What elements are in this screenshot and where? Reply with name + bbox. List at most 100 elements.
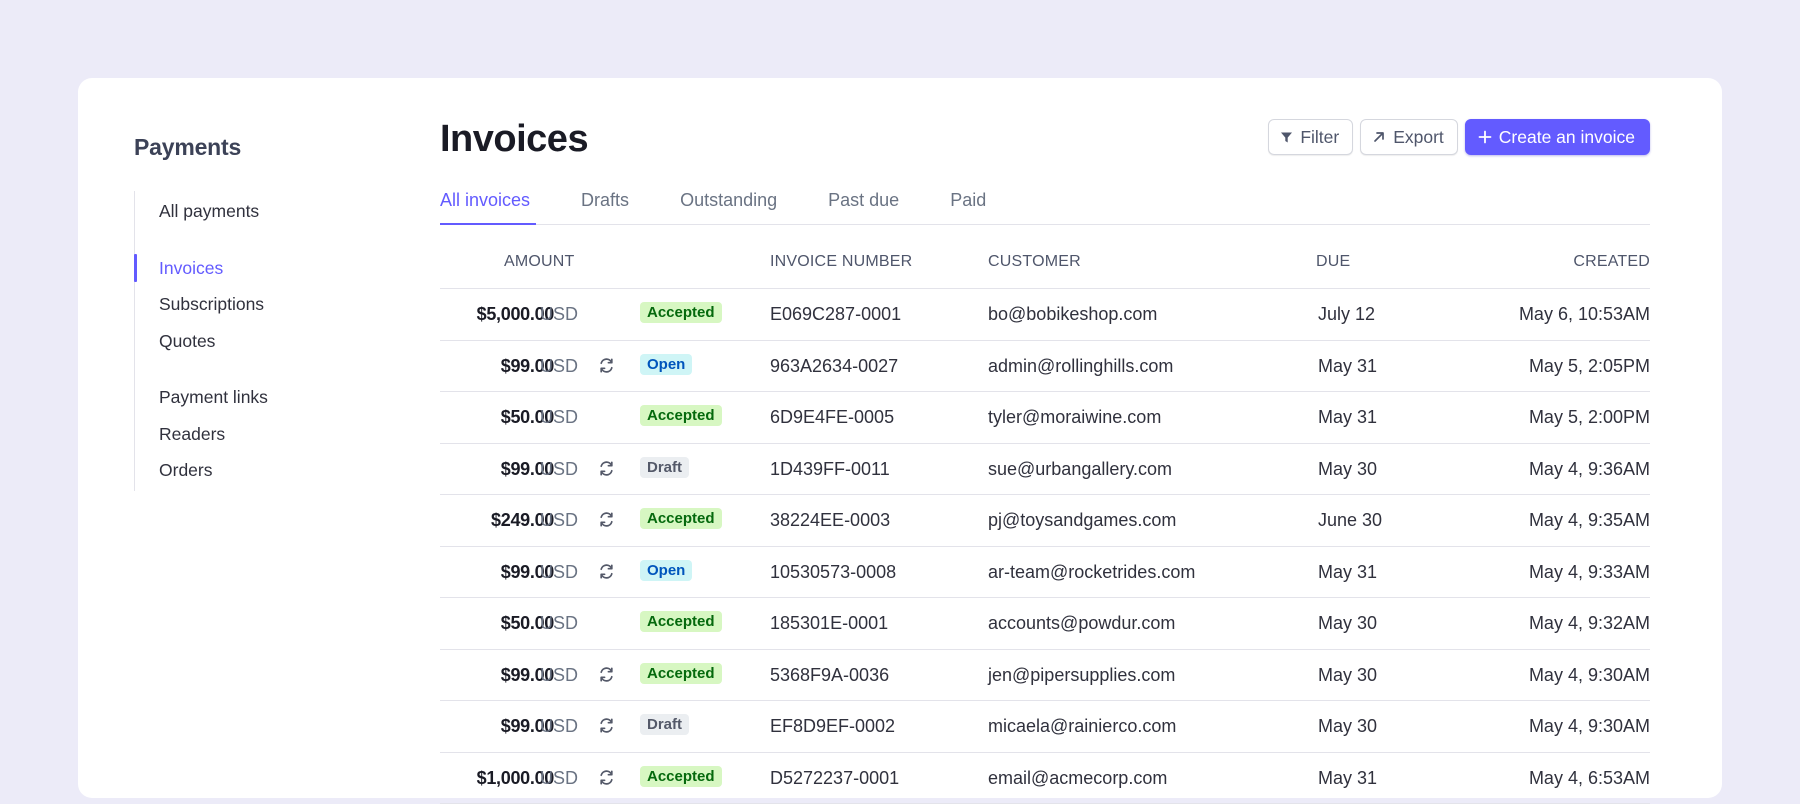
currency-label: USD (540, 547, 578, 597)
column-header-invoice-number[interactable]: INVOICE NUMBER (770, 253, 912, 271)
table-row[interactable]: $5,000.00USDAcceptedE069C287-0001bo@bobi… (440, 289, 1650, 341)
status-badge: Accepted (640, 405, 722, 426)
customer-email: email@acmecorp.com (988, 753, 1167, 803)
invoice-number: 6D9E4FE-0005 (770, 392, 894, 442)
sidebar-title: Payments (134, 134, 394, 161)
invoice-number: D5272237-0001 (770, 753, 899, 803)
due-date: May 30 (1318, 650, 1377, 700)
sidebar-item-subscriptions[interactable]: Subscriptions (135, 286, 394, 323)
column-header-created[interactable]: CREATED (1573, 253, 1650, 271)
main-card: Payments All payments Invoices Subscript… (78, 78, 1722, 798)
table-row[interactable]: $50.00USDAccepted185301E-0001accounts@po… (440, 598, 1650, 650)
sidebar: Payments All payments Invoices Subscript… (134, 134, 394, 491)
currency-label: USD (540, 753, 578, 803)
recurring-icon (598, 357, 615, 379)
currency-label: USD (540, 701, 578, 751)
invoice-number: 1D439FF-0011 (770, 444, 890, 494)
status-badge: Accepted (640, 302, 722, 323)
create-invoice-button[interactable]: Create an invoice (1465, 119, 1650, 155)
column-header-amount[interactable]: AMOUNT (504, 253, 575, 271)
table-row[interactable]: $1,000.00USDAcceptedD5272237-0001email@a… (440, 753, 1650, 804)
arrow-up-right-icon (1372, 130, 1386, 144)
filter-button-label: Filter (1300, 127, 1339, 148)
sidebar-item-readers[interactable]: Readers (135, 416, 394, 453)
due-date: May 31 (1318, 547, 1377, 597)
recurring-icon (598, 717, 615, 739)
table-row[interactable]: $50.00USDAccepted6D9E4FE-0005tyler@morai… (440, 392, 1650, 444)
sidebar-spacer (135, 230, 394, 250)
invoice-number: 38224EE-0003 (770, 495, 890, 545)
due-date: May 31 (1318, 341, 1377, 391)
recurring-icon (598, 511, 615, 533)
sidebar-item-invoices[interactable]: Invoices (135, 250, 394, 287)
created-date: May 5, 2:05PM (1529, 341, 1650, 391)
currency-label: USD (540, 444, 578, 494)
currency-label: USD (540, 495, 578, 545)
column-header-due[interactable]: DUE (1316, 253, 1350, 271)
status-badge: Accepted (640, 766, 722, 787)
column-header-customer[interactable]: CUSTOMER (988, 253, 1081, 271)
filter-icon (1280, 131, 1293, 144)
due-date: June 30 (1318, 495, 1382, 545)
invoice-number: EF8D9EF-0002 (770, 701, 895, 751)
status-badge: Accepted (640, 663, 722, 684)
created-date: May 4, 6:53AM (1529, 753, 1650, 803)
customer-email: micaela@rainierco.com (988, 701, 1176, 751)
currency-label: USD (540, 598, 578, 648)
tab-drafts[interactable]: Drafts (581, 182, 629, 224)
currency-label: USD (540, 341, 578, 391)
due-date: May 30 (1318, 701, 1377, 751)
customer-email: ar-team@rocketrides.com (988, 547, 1195, 597)
created-date: May 4, 9:32AM (1529, 598, 1650, 648)
invoice-number: E069C287-0001 (770, 289, 901, 339)
currency-label: USD (540, 289, 578, 339)
due-date: May 31 (1318, 753, 1377, 803)
due-date: May 30 (1318, 444, 1377, 494)
status-badge: Draft (640, 714, 689, 735)
customer-email: admin@rollinghills.com (988, 341, 1173, 391)
table-row[interactable]: $99.00USDDraftEF8D9EF-0002micaela@rainie… (440, 701, 1650, 753)
table-row[interactable]: $99.00USDAccepted5368F9A-0036jen@pipersu… (440, 650, 1650, 702)
created-date: May 6, 10:53AM (1519, 289, 1650, 339)
created-date: May 4, 9:35AM (1529, 495, 1650, 545)
table-row[interactable]: $99.00USDOpen10530573-0008ar-team@rocket… (440, 547, 1650, 599)
tab-past-due[interactable]: Past due (828, 182, 899, 224)
customer-email: accounts@powdur.com (988, 598, 1175, 648)
status-badge: Open (640, 560, 692, 581)
sidebar-nav: All payments Invoices Subscriptions Quot… (134, 191, 394, 491)
table-row[interactable]: $99.00USDDraft1D439FF-0011sue@urbangalle… (440, 444, 1650, 496)
status-badge: Accepted (640, 611, 722, 632)
sidebar-item-quotes[interactable]: Quotes (135, 323, 394, 360)
invoices-table: AMOUNT INVOICE NUMBER CUSTOMER DUE CREAT… (440, 234, 1650, 804)
table-body: $5,000.00USDAcceptedE069C287-0001bo@bobi… (440, 289, 1650, 804)
due-date: July 12 (1318, 289, 1375, 339)
status-badge: Open (640, 354, 692, 375)
status-badge: Accepted (640, 508, 722, 529)
customer-email: tyler@moraiwine.com (988, 392, 1161, 442)
currency-label: USD (540, 392, 578, 442)
table-header: AMOUNT INVOICE NUMBER CUSTOMER DUE CREAT… (440, 234, 1650, 289)
recurring-icon (598, 563, 615, 585)
recurring-icon (598, 666, 615, 688)
header-actions: Filter Export Create an invoice (1268, 119, 1650, 155)
tab-outstanding[interactable]: Outstanding (680, 182, 777, 224)
filter-button[interactable]: Filter (1268, 119, 1353, 155)
invoice-number: 5368F9A-0036 (770, 650, 889, 700)
tab-all-invoices[interactable]: All invoices (440, 182, 530, 224)
page-title: Invoices (440, 118, 588, 161)
table-row[interactable]: $99.00USDOpen963A2634-0027admin@rollingh… (440, 341, 1650, 393)
created-date: May 5, 2:00PM (1529, 392, 1650, 442)
export-button[interactable]: Export (1360, 119, 1458, 155)
table-row[interactable]: $249.00USDAccepted38224EE-0003pj@toysand… (440, 495, 1650, 547)
created-date: May 4, 9:33AM (1529, 547, 1650, 597)
sidebar-item-payment-links[interactable]: Payment links (135, 379, 394, 416)
export-button-label: Export (1393, 127, 1444, 148)
due-date: May 31 (1318, 392, 1377, 442)
currency-label: USD (540, 650, 578, 700)
tab-paid[interactable]: Paid (950, 182, 986, 224)
create-invoice-label: Create an invoice (1499, 127, 1635, 148)
sidebar-item-orders[interactable]: Orders (135, 452, 394, 489)
invoice-number: 185301E-0001 (770, 598, 888, 648)
sidebar-item-all-payments[interactable]: All payments (135, 193, 394, 230)
plus-icon (1478, 130, 1492, 144)
